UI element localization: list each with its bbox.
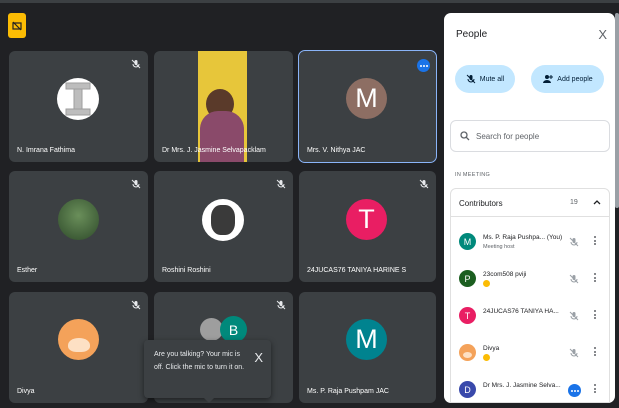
more-vert-icon[interactable] bbox=[594, 384, 596, 393]
avatar bbox=[459, 344, 476, 361]
avatar bbox=[58, 319, 99, 360]
avatar: M bbox=[346, 319, 387, 360]
mute-all-button[interactable]: Mute all bbox=[455, 65, 515, 93]
search-input[interactable]: Search for people bbox=[450, 120, 610, 152]
avatar: T bbox=[459, 307, 476, 324]
mic-off-icon bbox=[419, 179, 429, 189]
raised-hand-icon bbox=[483, 354, 490, 361]
avatar: B bbox=[220, 316, 247, 343]
mic-off-icon bbox=[466, 74, 476, 84]
more-vert-icon[interactable] bbox=[594, 347, 596, 356]
toast-pointer bbox=[204, 398, 214, 403]
participant-name: Esther bbox=[17, 267, 38, 274]
more-vert-icon[interactable] bbox=[594, 310, 596, 319]
participant-name: Divya bbox=[483, 345, 500, 352]
presentation-badge-icon[interactable] bbox=[8, 13, 26, 38]
chevron-up-icon[interactable] bbox=[592, 197, 602, 207]
add-person-icon bbox=[543, 75, 554, 83]
participant-tile[interactable]: Dr Mrs. J. Jasmine Selvapacklam bbox=[154, 51, 293, 162]
meeting-stage: N. Imrana Fathima Dr Mrs. J. Jasmine Sel… bbox=[0, 0, 619, 408]
participant-name: Ms. P. Raja Pushpam JAC bbox=[307, 388, 389, 395]
close-icon[interactable]: X bbox=[254, 351, 263, 364]
search-placeholder: Search for people bbox=[476, 131, 540, 141]
participant-name: Dr Mrs. J. Jasmine Selvapacklam bbox=[162, 147, 266, 154]
mute-all-label: Mute all bbox=[479, 75, 505, 83]
participant-name: Mrs. V. Nithya JAC bbox=[307, 147, 366, 154]
list-item[interactable]: P 23com508 pviji bbox=[451, 262, 609, 299]
mic-off-icon bbox=[276, 300, 286, 310]
people-panel: People X Mute all Add people Search for … bbox=[444, 13, 615, 403]
toast-text: Are you talking? Your mic is off. Click … bbox=[154, 351, 245, 371]
list-item[interactable]: M Ms. P. Raja Pushpa... (You) Meeting ho… bbox=[451, 225, 609, 262]
avatar bbox=[202, 199, 244, 241]
participant-tile[interactable]: Divya bbox=[9, 292, 148, 403]
avatar: D bbox=[459, 381, 476, 398]
participant-name: N. Imrana Fathima bbox=[17, 147, 75, 154]
mic-off-icon bbox=[131, 179, 141, 189]
search-icon bbox=[460, 131, 470, 141]
raised-hand-icon bbox=[483, 280, 490, 287]
close-icon[interactable]: X bbox=[598, 27, 607, 42]
participant-video bbox=[198, 51, 247, 162]
contributors-header[interactable]: Contributors 19 bbox=[451, 189, 609, 217]
mic-off-icon[interactable] bbox=[569, 274, 579, 284]
section-label: IN MEETING bbox=[455, 172, 491, 178]
mic-off-icon[interactable] bbox=[569, 348, 579, 358]
contributors-group: Contributors 19 M Ms. P. Raja Pushpa... … bbox=[450, 188, 610, 403]
mic-off-icon bbox=[131, 59, 141, 69]
list-item[interactable]: T 24JUCAS76 TANIYA HA... bbox=[451, 299, 609, 336]
participant-name: 23com508 pviji bbox=[483, 271, 527, 278]
participant-role: Meeting host bbox=[483, 244, 515, 250]
more-options-icon[interactable] bbox=[417, 59, 430, 72]
avatar: M bbox=[459, 233, 476, 250]
participant-tile[interactable]: T 24JUCAS76 TANIYA HARINE S bbox=[299, 171, 436, 282]
add-people-button[interactable]: Add people bbox=[531, 65, 604, 93]
list-item[interactable]: Divya bbox=[451, 336, 609, 373]
panel-title: People bbox=[456, 29, 488, 40]
mic-off-icon bbox=[131, 300, 141, 310]
participant-tile[interactable]: N. Imrana Fathima bbox=[9, 51, 148, 162]
participant-name: 24JUCAS76 TANIYA HA... bbox=[483, 308, 559, 315]
mic-off-icon[interactable] bbox=[569, 311, 579, 321]
group-count: 19 bbox=[570, 199, 578, 206]
avatar bbox=[58, 199, 99, 240]
participant-tile[interactable]: M Ms. P. Raja Pushpam JAC bbox=[299, 292, 436, 403]
more-options-icon[interactable] bbox=[568, 384, 581, 397]
avatar: M bbox=[346, 78, 387, 119]
participant-name: Dr Mrs. J. Jasmine Selva... bbox=[483, 382, 561, 389]
avatar: T bbox=[346, 199, 387, 240]
top-divider bbox=[0, 0, 619, 3]
participant-name: Roshini Roshini bbox=[162, 267, 211, 274]
avatar: P bbox=[459, 270, 476, 287]
more-vert-icon[interactable] bbox=[594, 236, 596, 245]
participant-tile[interactable]: Esther bbox=[9, 171, 148, 282]
mic-off-icon bbox=[276, 179, 286, 189]
participant-name: Divya bbox=[17, 388, 35, 395]
group-label: Contributors bbox=[459, 199, 503, 208]
mic-hint-toast: Are you talking? Your mic is off. Click … bbox=[144, 340, 271, 403]
participant-name: 24JUCAS76 TANIYA HARINE S bbox=[307, 267, 407, 274]
more-vert-icon[interactable] bbox=[594, 273, 596, 282]
mic-off-icon[interactable] bbox=[569, 237, 579, 247]
participant-tile-selected[interactable]: M Mrs. V. Nithya JAC bbox=[298, 50, 437, 163]
avatar bbox=[57, 78, 99, 120]
participant-tile[interactable]: Roshini Roshini bbox=[154, 171, 293, 282]
scrollbar[interactable] bbox=[615, 13, 619, 208]
participant-name: Ms. P. Raja Pushpa... (You) bbox=[483, 234, 563, 241]
add-people-label: Add people bbox=[557, 75, 593, 83]
list-item[interactable]: D Dr Mrs. J. Jasmine Selva... bbox=[451, 373, 609, 403]
